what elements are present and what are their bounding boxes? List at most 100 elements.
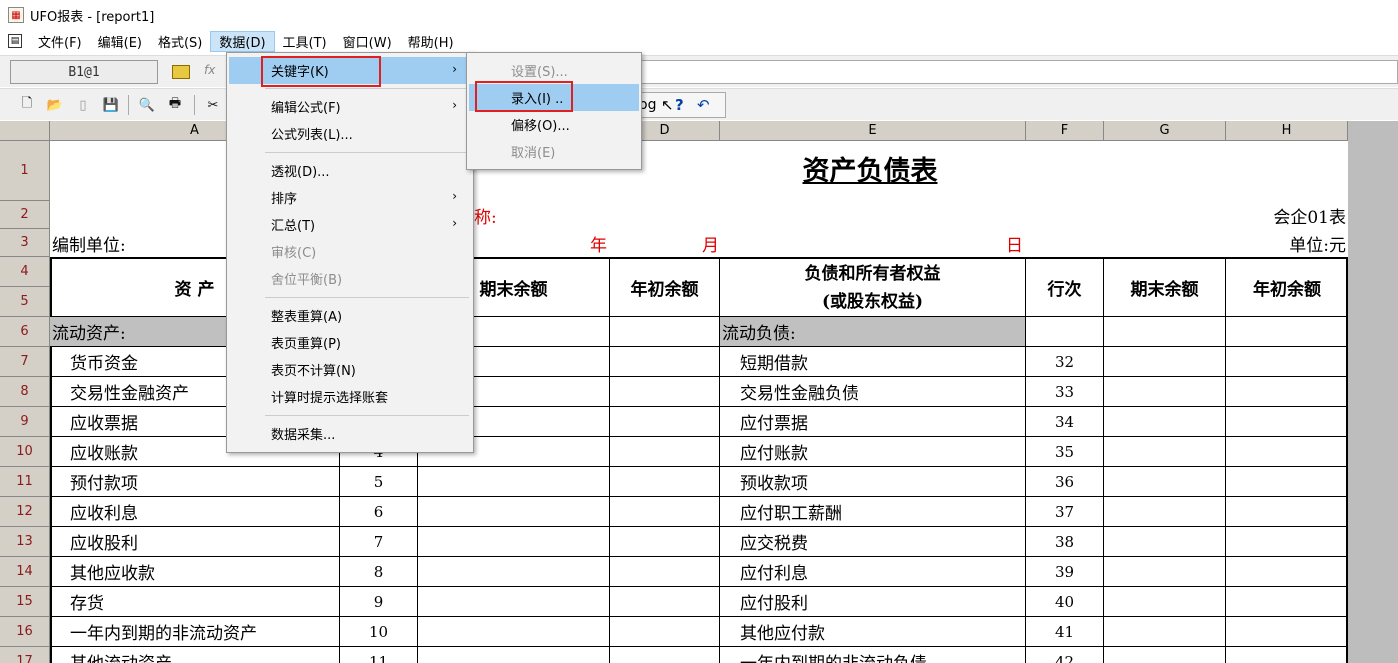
liability-item-name[interactable]: 应交税费 <box>720 527 1026 557</box>
table-cell[interactable] <box>1104 467 1226 497</box>
menu-tools[interactable]: 工具(T) <box>275 31 335 52</box>
table-cell[interactable] <box>418 647 610 663</box>
col-header-h[interactable]: H <box>1226 121 1348 141</box>
menu-data[interactable]: 数据(D) <box>210 30 275 52</box>
table-cell[interactable] <box>610 437 720 467</box>
liability-row-no[interactable]: 37 <box>1026 497 1104 527</box>
liability-row-no[interactable]: 42 <box>1026 647 1104 663</box>
submenu-item-offset[interactable]: 偏移(O)... <box>469 111 639 138</box>
row-header-16[interactable]: 16 <box>0 617 50 647</box>
help-icon[interactable]: ? <box>675 96 684 114</box>
liability-item-name[interactable]: 交易性金融负债 <box>720 377 1026 407</box>
asset-item-name[interactable]: 其他应收款 <box>50 557 340 587</box>
col-header-e[interactable]: E <box>720 121 1026 141</box>
save-icon[interactable]: 💾 <box>100 94 122 116</box>
row-header-9[interactable]: 9 <box>0 407 50 437</box>
table-cell[interactable] <box>610 467 720 497</box>
row-header-12[interactable]: 12 <box>0 497 50 527</box>
asset-row-no[interactable]: 6 <box>340 497 418 527</box>
row-header-11[interactable]: 11 <box>0 467 50 497</box>
calculator-icon[interactable] <box>172 65 190 79</box>
table-cell[interactable] <box>1226 497 1348 527</box>
cut-icon[interactable]: ✂ <box>202 94 224 116</box>
row-header-6[interactable]: 6 <box>0 317 50 347</box>
print-preview-icon[interactable]: 🔍 <box>136 94 158 116</box>
table-cell[interactable] <box>610 587 720 617</box>
row-header-4[interactable]: 4 <box>0 257 50 287</box>
table-cell[interactable] <box>1226 407 1348 437</box>
undo-icon[interactable]: ↶ <box>697 96 710 114</box>
table-cell[interactable] <box>1104 527 1226 557</box>
liability-item-name[interactable]: 其他应付款 <box>720 617 1026 647</box>
table-cell[interactable] <box>1226 647 1348 663</box>
asset-item-name[interactable]: 应收利息 <box>50 497 340 527</box>
menu-item-data-collect[interactable]: 数据采集... <box>229 420 471 447</box>
liability-row-no[interactable]: 40 <box>1026 587 1104 617</box>
menu-item-no-calc-page[interactable]: 表页不计算(N) <box>229 356 471 383</box>
table-cell[interactable] <box>1104 377 1226 407</box>
menu-item-pivot[interactable]: 透视(D)... <box>229 157 471 184</box>
table-cell[interactable] <box>1226 527 1348 557</box>
liability-row-no[interactable]: 38 <box>1026 527 1104 557</box>
menu-item-formula-list[interactable]: 公式列表(L)... <box>229 120 471 147</box>
fx-icon[interactable]: fx <box>204 63 215 77</box>
blank-doc-icon[interactable]: ▯ <box>72 94 94 116</box>
select-all-corner[interactable] <box>0 121 50 141</box>
pointer-icon[interactable]: ↖ <box>661 96 674 114</box>
menu-item-summary[interactable]: 汇总(T) › <box>229 211 471 238</box>
asset-item-name[interactable]: 预付款项 <box>50 467 340 497</box>
table-cell[interactable] <box>418 527 610 557</box>
liability-item-name[interactable]: 应付账款 <box>720 437 1026 467</box>
liability-item-name[interactable]: 短期借款 <box>720 347 1026 377</box>
menu-item-sort[interactable]: 排序 › <box>229 184 471 211</box>
menu-item-prompt-account[interactable]: 计算时提示选择账套 <box>229 383 471 410</box>
asset-item-name[interactable]: 其他流动资产 <box>50 647 340 663</box>
liability-row-no[interactable]: 33 <box>1026 377 1104 407</box>
liability-item-name[interactable]: 应付利息 <box>720 557 1026 587</box>
row-header-14[interactable]: 14 <box>0 557 50 587</box>
table-cell[interactable] <box>1226 437 1348 467</box>
section-current-liabilities[interactable]: 流动负债: <box>720 317 1026 347</box>
table-cell[interactable] <box>1226 467 1348 497</box>
table-cell[interactable] <box>418 497 610 527</box>
table-cell[interactable] <box>418 557 610 587</box>
liability-item-name[interactable]: 应付股利 <box>720 587 1026 617</box>
col-header-f[interactable]: F <box>1026 121 1104 141</box>
menu-format[interactable]: 格式(S) <box>150 31 210 52</box>
liability-row-no[interactable]: 41 <box>1026 617 1104 647</box>
document-icon[interactable]: ▤ <box>8 34 22 48</box>
menu-item-edit-formula[interactable]: 编辑公式(F) › <box>229 93 471 120</box>
table-cell[interactable] <box>1104 617 1226 647</box>
open-folder-icon[interactable]: 📂 <box>44 94 66 116</box>
table-cell[interactable] <box>1104 557 1226 587</box>
table-cell[interactable] <box>1104 347 1226 377</box>
table-cell[interactable] <box>1104 407 1226 437</box>
table-cell[interactable] <box>1226 377 1348 407</box>
col-header-g[interactable]: G <box>1104 121 1226 141</box>
table-cell[interactable] <box>610 617 720 647</box>
liability-row-no[interactable]: 34 <box>1026 407 1104 437</box>
table-cell[interactable] <box>610 647 720 663</box>
row-header-10[interactable]: 10 <box>0 437 50 467</box>
cell-reference-box[interactable]: B1@1 <box>10 60 158 84</box>
row-header-15[interactable]: 15 <box>0 587 50 617</box>
new-file-icon[interactable]: 🗋 <box>16 94 38 116</box>
print-icon[interactable]: 🖶 <box>164 94 186 116</box>
liability-row-no[interactable]: 36 <box>1026 467 1104 497</box>
menu-item-recalc-all[interactable]: 整表重算(A) <box>229 302 471 329</box>
liability-item-name[interactable]: 应付职工薪酬 <box>720 497 1026 527</box>
table-cell[interactable] <box>1104 587 1226 617</box>
asset-item-name[interactable]: 一年内到期的非流动资产 <box>50 617 340 647</box>
row-header-3[interactable]: 3 <box>0 229 50 257</box>
liability-item-name[interactable]: 预收款项 <box>720 467 1026 497</box>
row-header-2[interactable]: 2 <box>0 201 50 229</box>
table-cell[interactable] <box>418 467 610 497</box>
asset-row-no[interactable]: 5 <box>340 467 418 497</box>
row-header-17[interactable]: 17 <box>0 647 50 663</box>
asset-row-no[interactable]: 11 <box>340 647 418 663</box>
table-cell[interactable] <box>418 617 610 647</box>
asset-row-no[interactable]: 7 <box>340 527 418 557</box>
asset-item-name[interactable]: 存货 <box>50 587 340 617</box>
liability-row-no[interactable]: 35 <box>1026 437 1104 467</box>
table-cell[interactable] <box>1226 557 1348 587</box>
